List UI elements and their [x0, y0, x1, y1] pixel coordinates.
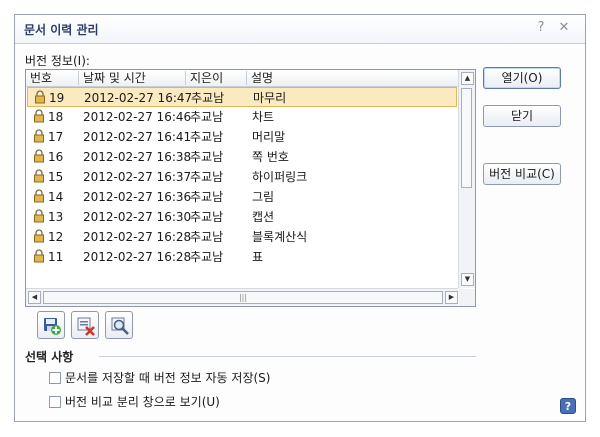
row-description: 캡션 [252, 210, 275, 224]
row-description: 차트 [252, 110, 275, 124]
document-history-dialog: 문서 이력 관리 ? ✕ 버전 정보(I): 번호 날짜 및 시간 지은이 설명… [14, 14, 586, 422]
row-datetime: 2012-02-27 16:28 [83, 230, 192, 244]
column-header-number[interactable]: 번호 [26, 71, 79, 85]
close-icon[interactable]: ✕ [556, 20, 572, 36]
row-number: 17 [48, 130, 64, 144]
view-version-button[interactable] [105, 311, 133, 339]
row-datetime: 2012-02-27 16:36 [83, 190, 192, 204]
row-description: 쪽 번호 [252, 150, 289, 164]
lock-icon [34, 149, 44, 163]
row-datetime: 2012-02-27 16:37 [83, 170, 192, 184]
row-datetime: 2012-02-27 16:41 [83, 130, 192, 144]
row-number: 19 [49, 91, 65, 105]
vertical-scrollbar[interactable]: ▲ ▼ [458, 70, 475, 288]
table-row[interactable]: 12 2012-02-27 16:28 추교남 블록계산식 [27, 227, 457, 247]
lock-icon [34, 129, 44, 143]
row-author: 추교남 [190, 150, 224, 164]
scroll-up-icon[interactable]: ▲ [461, 72, 474, 85]
column-header-author[interactable]: 지은이 [186, 71, 247, 85]
row-description: 그림 [252, 190, 275, 204]
table-row[interactable]: 14 2012-02-27 16:36 추교남 그림 [27, 187, 457, 207]
row-description: 머리말 [252, 130, 286, 144]
row-description: 표 [252, 250, 264, 264]
table-row[interactable]: 18 2012-02-27 16:46 추교남 차트 [27, 107, 457, 127]
row-datetime: 2012-02-27 16:47 [84, 91, 193, 105]
lock-icon [34, 249, 44, 263]
row-number: 12 [48, 230, 64, 244]
lock-icon [34, 189, 44, 203]
row-author: 추교남 [190, 130, 224, 144]
row-author: 추교남 [190, 110, 224, 124]
help-button[interactable]: ? [560, 398, 576, 414]
auto-save-checkbox[interactable] [49, 372, 61, 384]
row-author: 추교남 [190, 190, 224, 204]
row-description: 마무리 [253, 91, 287, 105]
row-description: 하이퍼링크 [252, 170, 308, 184]
row-datetime: 2012-02-27 16:30 [83, 210, 192, 224]
version-list[interactable]: 번호 날짜 및 시간 지은이 설명 19 2012-02-27 16:47 추교남 마… [25, 69, 476, 307]
table-row[interactable]: 11 2012-02-27 16:28 추교남 표 [27, 247, 457, 267]
row-number: 11 [48, 250, 64, 264]
row-author: 추교남 [190, 210, 224, 224]
open-button[interactable]: 열기(O) [483, 67, 561, 89]
options-divider [99, 356, 476, 357]
row-datetime: 2012-02-27 16:28 [83, 250, 192, 264]
row-number: 15 [48, 170, 64, 184]
options-section-title: 선택 사항 [25, 350, 74, 364]
row-datetime: 2012-02-27 16:46 [83, 110, 192, 124]
table-row[interactable]: 16 2012-02-27 16:38 추교남 쪽 번호 [27, 147, 457, 167]
table-row[interactable]: 17 2012-02-27 16:41 추교남 머리말 [27, 127, 457, 147]
lock-icon [34, 169, 44, 183]
delete-version-icon [77, 317, 95, 336]
scroll-corner [459, 289, 475, 306]
horizontal-scrollbar[interactable]: ◀ ||| ▶ [26, 288, 458, 306]
scroll-right-icon[interactable]: ▶ [445, 291, 458, 304]
delete-version-button[interactable] [71, 311, 99, 339]
title-bar[interactable]: 문서 이력 관리 ? ✕ [15, 15, 585, 44]
list-header: 번호 날짜 및 시간 지은이 설명 [26, 70, 458, 87]
split-view-checkbox[interactable] [49, 396, 61, 408]
table-row[interactable]: 15 2012-02-27 16:37 추교남 하이퍼링크 [27, 167, 457, 187]
table-row[interactable]: 13 2012-02-27 16:30 추교남 캡션 [27, 207, 457, 227]
row-number: 13 [48, 210, 64, 224]
row-number: 16 [48, 150, 64, 164]
row-author: 추교남 [190, 230, 224, 244]
compare-versions-button[interactable]: 버전 비교(C) [483, 163, 561, 185]
split-view-label: 버전 비교 분리 창으로 보기(U) [65, 395, 220, 409]
scroll-left-icon[interactable]: ◀ [28, 291, 41, 304]
row-description: 블록계산식 [252, 230, 308, 244]
dialog-title: 문서 이력 관리 [24, 23, 99, 37]
close-button[interactable]: 닫기 [483, 105, 561, 127]
row-author: 추교남 [190, 170, 224, 184]
lock-icon [35, 90, 45, 104]
save-version-icon [44, 318, 61, 335]
scroll-down-icon[interactable]: ▼ [461, 273, 474, 286]
table-row[interactable]: 19 2012-02-27 16:47 추교남 마무리 [27, 87, 457, 107]
column-header-datetime[interactable]: 날짜 및 시간 [79, 71, 186, 85]
row-number: 18 [48, 110, 64, 124]
save-version-button[interactable] [37, 311, 65, 339]
lock-icon [34, 109, 44, 123]
version-info-label: 버전 정보(I): [25, 54, 90, 68]
lock-icon [34, 209, 44, 223]
column-header-description[interactable]: 설명 [247, 71, 458, 85]
auto-save-label: 문서를 저장할 때 버전 정보 자동 저장(S) [65, 371, 271, 385]
row-author: 추교남 [190, 250, 224, 264]
row-author: 추교남 [191, 91, 225, 105]
horizontal-scroll-thumb[interactable]: ||| [43, 291, 443, 304]
vertical-scroll-thumb[interactable] [461, 88, 472, 188]
help-icon[interactable]: ? [533, 20, 549, 36]
view-version-icon [111, 317, 129, 335]
row-number: 14 [48, 190, 64, 204]
lock-icon [34, 229, 44, 243]
row-datetime: 2012-02-27 16:38 [83, 150, 192, 164]
